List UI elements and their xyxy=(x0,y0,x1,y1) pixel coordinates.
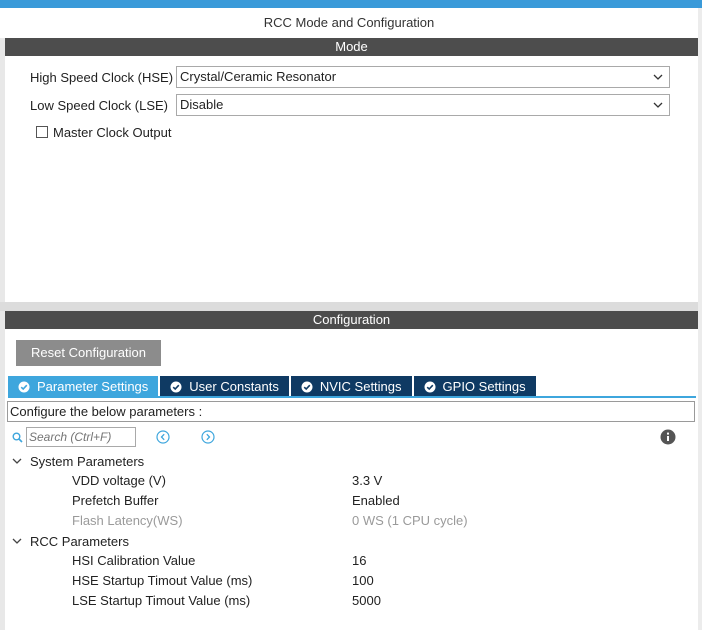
panel-divider[interactable] xyxy=(0,302,698,311)
param-row[interactable]: VDD voltage (V) 3.3 V xyxy=(0,471,698,491)
param-value: 3.3 V xyxy=(352,473,383,488)
chevron-down-icon xyxy=(653,102,663,108)
master-clock-output-row[interactable]: Master Clock Output xyxy=(36,124,172,140)
page-title: RCC Mode and Configuration xyxy=(263,15,435,30)
param-name: Flash Latency(WS) xyxy=(72,513,183,528)
hse-label: High Speed Clock (HSE) xyxy=(30,70,174,85)
info-icon[interactable] xyxy=(660,429,676,445)
param-value: Enabled xyxy=(352,493,400,508)
tab-label: GPIO Settings xyxy=(442,379,526,394)
search-input[interactable] xyxy=(26,427,136,447)
param-row[interactable]: HSE Startup Timout Value (ms) 100 xyxy=(0,571,698,591)
tree-group-system-parameters[interactable]: System Parameters xyxy=(12,452,144,470)
param-value: 100 xyxy=(352,573,374,588)
lse-label: Low Speed Clock (LSE) xyxy=(30,98,169,113)
tab-underline xyxy=(8,396,696,398)
config-tabs: Parameter Settings User Constants NVIC S… xyxy=(8,376,538,397)
param-row[interactable]: HSI Calibration Value 16 xyxy=(0,551,698,571)
param-value: 5000 xyxy=(352,593,381,608)
chevron-down-icon xyxy=(653,74,663,80)
param-name: Prefetch Buffer xyxy=(72,493,159,508)
check-circle-icon xyxy=(18,381,30,392)
lse-select-value: Disable xyxy=(180,97,224,112)
param-value: 16 xyxy=(352,553,367,568)
tab-label: Parameter Settings xyxy=(37,379,149,394)
tree-group-label: System Parameters xyxy=(30,453,145,469)
instructions-text: Configure the below parameters : xyxy=(7,401,695,422)
check-circle-icon xyxy=(170,381,182,392)
tab-nvic-settings[interactable]: NVIC Settings xyxy=(290,376,412,397)
window-top-bar xyxy=(0,0,702,8)
tree-group-rcc-parameters[interactable]: RCC Parameters xyxy=(12,532,129,550)
param-name: VDD voltage (V) xyxy=(72,473,166,488)
reset-configuration-button[interactable]: Reset Configuration xyxy=(16,340,161,366)
search-icon xyxy=(12,432,23,443)
panel-edge xyxy=(0,38,5,302)
param-name: HSE Startup Timout Value (ms) xyxy=(72,573,253,588)
tab-parameter-settings[interactable]: Parameter Settings xyxy=(8,376,159,397)
param-row: Flash Latency(WS) 0 WS (1 CPU cycle) xyxy=(0,511,698,531)
check-circle-icon xyxy=(301,381,313,392)
tab-label: User Constants xyxy=(189,379,279,394)
param-name: HSI Calibration Value xyxy=(72,553,196,568)
tab-gpio-settings[interactable]: GPIO Settings xyxy=(413,376,536,397)
configuration-section-header: Configuration xyxy=(5,311,698,329)
scrollbar-gutter xyxy=(698,8,702,630)
param-value: 0 WS (1 CPU cycle) xyxy=(352,513,468,528)
param-name: LSE Startup Timout Value (ms) xyxy=(72,593,251,608)
search-bar xyxy=(12,427,215,447)
hse-select[interactable]: Crystal/Ceramic Resonator xyxy=(176,66,670,88)
tree-group-label: RCC Parameters xyxy=(30,533,129,549)
master-clock-output-checkbox[interactable] xyxy=(36,126,48,138)
param-row[interactable]: Prefetch Buffer Enabled xyxy=(0,491,698,511)
search-next-icon[interactable] xyxy=(201,430,215,444)
chevron-down-icon xyxy=(12,458,22,464)
tab-label: NVIC Settings xyxy=(319,379,402,394)
search-previous-icon[interactable] xyxy=(156,430,170,444)
param-row[interactable]: LSE Startup Timout Value (ms) 5000 xyxy=(0,591,698,611)
lse-select[interactable]: Disable xyxy=(176,94,670,116)
mode-section-header: Mode xyxy=(5,38,698,56)
chevron-down-icon xyxy=(12,538,22,544)
hse-select-value: Crystal/Ceramic Resonator xyxy=(180,69,337,84)
check-circle-icon xyxy=(424,381,436,392)
tab-user-constants[interactable]: User Constants xyxy=(160,376,289,397)
master-clock-output-label: Master Clock Output xyxy=(53,124,172,140)
